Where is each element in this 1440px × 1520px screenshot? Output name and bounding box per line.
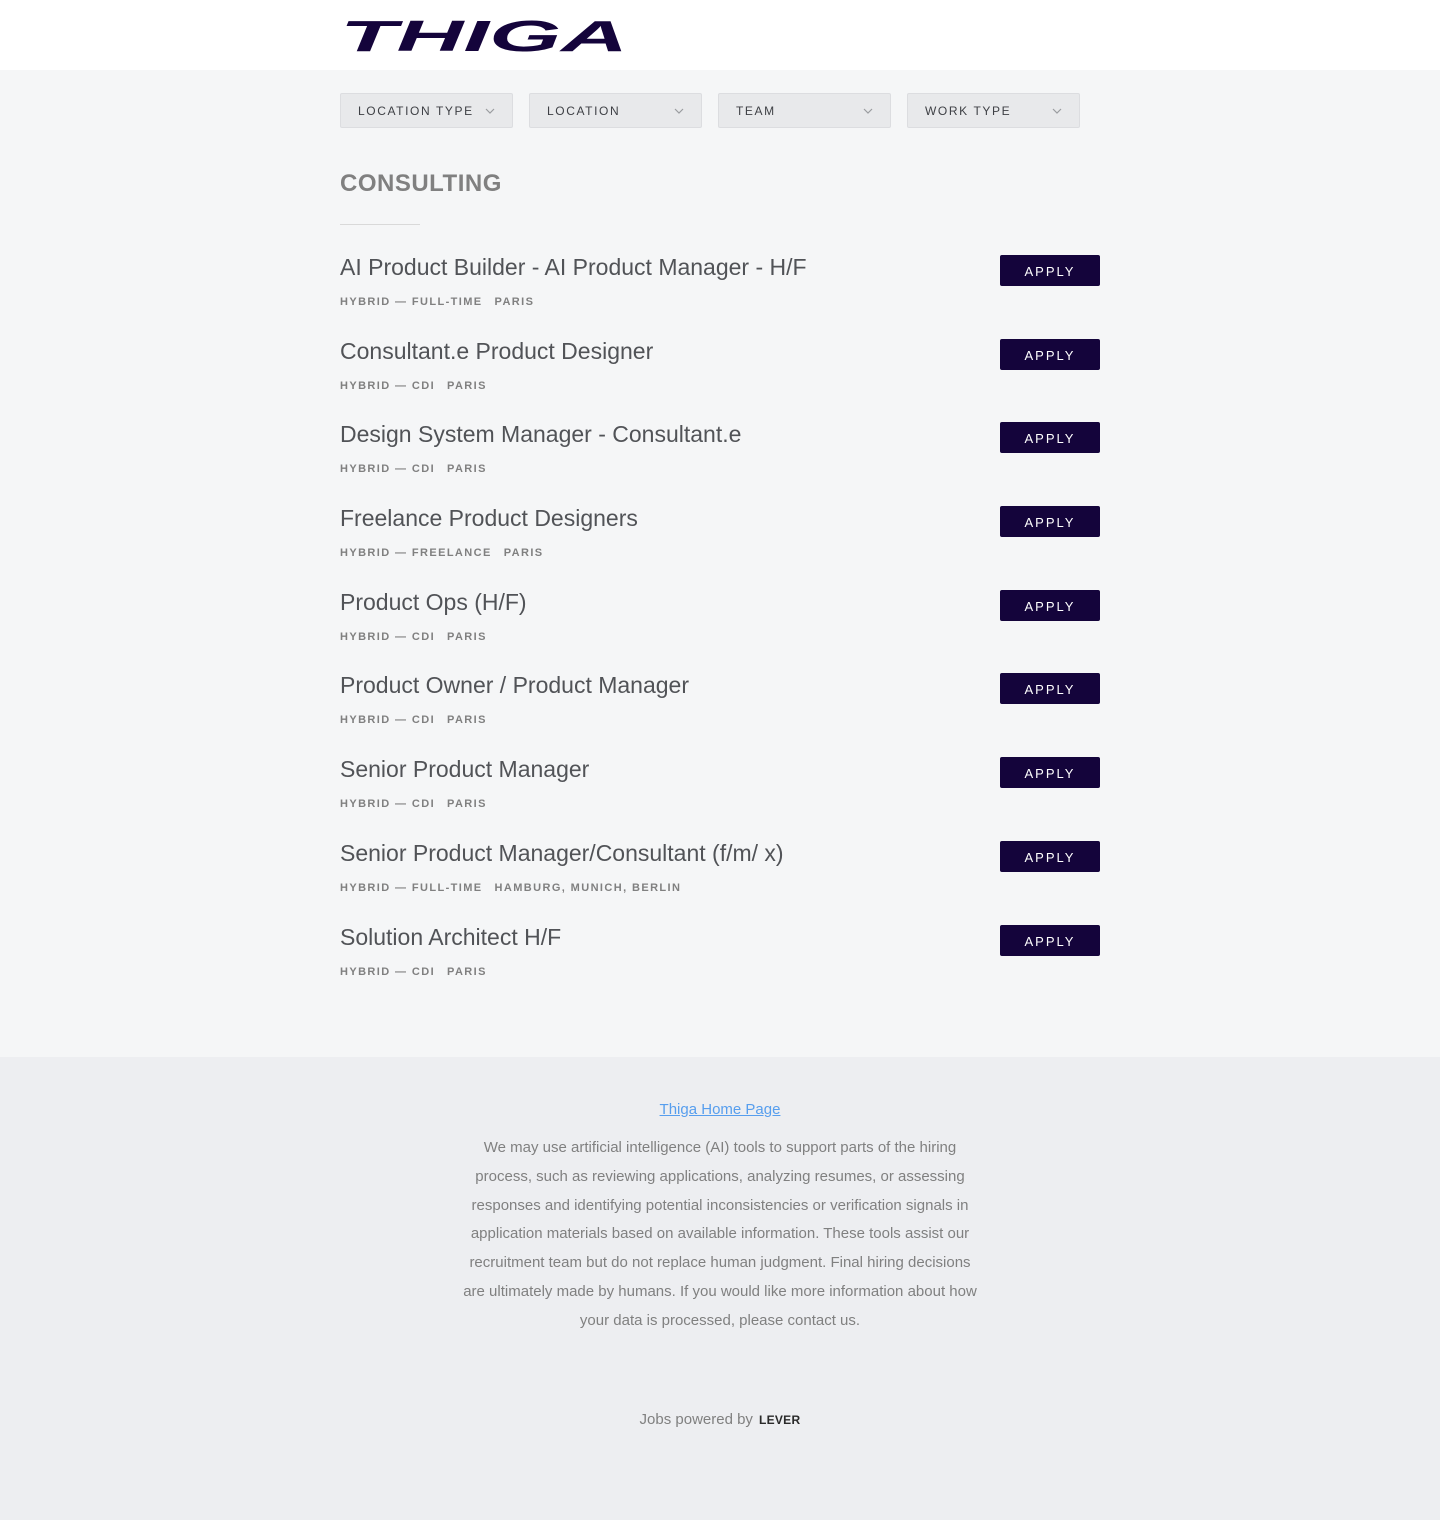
apply-button[interactable]: APPLY	[1000, 422, 1100, 454]
apply-button[interactable]: APPLY	[1000, 673, 1100, 705]
filter-work-type[interactable]: WORK TYPE	[907, 93, 1080, 128]
thiga-logo[interactable]: THIGA	[340, 16, 630, 56]
posting-item: Senior Product Manager/Consultant (f/m/ …	[340, 826, 1100, 910]
posting-title-link[interactable]: AI Product Builder - AI Product Manager …	[340, 254, 807, 281]
apply-button[interactable]: APPLY	[1000, 757, 1100, 789]
posting-title-link[interactable]: Design System Manager - Consultant.e	[340, 421, 741, 448]
home-page-link[interactable]: Thiga Home Page	[660, 1101, 781, 1118]
posting-meta: HYBRID — CDI PARIS	[340, 463, 487, 475]
posting-meta: HYBRID — CDI PARIS	[340, 631, 487, 643]
posting-location: HAMBURG, MUNICH, BERLIN	[494, 881, 682, 894]
page-header: THIGA	[0, 0, 1440, 70]
ai-disclaimer: We may use artificial intelligence (AI) …	[463, 1139, 977, 1329]
posting-location: PARIS	[447, 798, 487, 811]
posting-title-link[interactable]: Solution Architect H/F	[340, 924, 561, 951]
filter-location-type[interactable]: LOCATION TYPE	[340, 93, 513, 128]
posting-item: Senior Product Manager HYBRID — CDI PARIS…	[340, 742, 1100, 826]
filter-label: LOCATION	[547, 104, 621, 118]
postings-list: AI Product Builder - AI Product Manager …	[340, 240, 1100, 993]
posting-location: PARIS	[494, 296, 535, 308]
posting-item: AI Product Builder - AI Product Manager …	[340, 240, 1100, 324]
apply-button[interactable]: APPLY	[1000, 255, 1100, 286]
posting-item: Product Ops (H/F) HYBRID — CDI PARIS APPL…	[340, 575, 1100, 659]
posting-commitment: HYBRID — FULL-TIME	[340, 296, 483, 308]
posting-location: PARIS	[447, 714, 487, 727]
chevron-down-icon	[1052, 108, 1062, 114]
chevron-down-icon	[485, 108, 495, 114]
posting-commitment: HYBRID — CDI	[340, 714, 436, 727]
posting-title-link[interactable]: Senior Product Manager/Consultant (f/m/ …	[340, 840, 784, 867]
filter-team[interactable]: TEAM	[718, 93, 891, 128]
posting-meta: HYBRID — FREELANCE PARIS	[340, 547, 544, 559]
powered-by: Jobs powered by LEVER	[0, 1411, 1440, 1428]
filter-location[interactable]: LOCATION	[529, 93, 702, 128]
posting-location: PARIS	[447, 965, 487, 978]
category-divider	[340, 224, 420, 225]
posting-location: PARIS	[447, 379, 487, 392]
filter-bar: LOCATION TYPE LOCATION TEAM WORK TYPE	[340, 93, 1100, 128]
posting-item: Solution Architect H/F HYBRID — CDI PARIS…	[340, 910, 1100, 994]
posting-item: Design System Manager - Consultant.e HYB…	[340, 407, 1100, 491]
lever-logo[interactable]: LEVER	[759, 1413, 801, 1427]
posting-title-link[interactable]: Senior Product Manager	[340, 756, 589, 783]
posting-location: PARIS	[503, 547, 544, 560]
posting-title-link[interactable]: Product Ops (H/F)	[340, 589, 527, 616]
posting-item: Freelance Product Designers HYBRID — FRE…	[340, 491, 1100, 575]
logo-wordmark: THIGA	[340, 16, 628, 56]
posting-meta: HYBRID — CDI PARIS	[340, 798, 487, 810]
posting-meta: HYBRID — FULL-TIME PARIS	[340, 296, 534, 308]
apply-button[interactable]: APPLY	[1000, 338, 1100, 370]
posting-commitment: HYBRID — CDI	[340, 798, 436, 811]
posting-title-link[interactable]: Freelance Product Designers	[340, 505, 638, 532]
posting-title-link[interactable]: Consultant.e Product Designer	[340, 338, 653, 365]
filter-label: LOCATION TYPE	[358, 104, 474, 118]
home-link-wrapper: Thiga Home Page	[0, 1101, 1440, 1118]
filter-label: TEAM	[736, 104, 776, 118]
posting-location: PARIS	[447, 630, 487, 643]
posting-meta: HYBRID — CDI PARIS	[340, 714, 487, 726]
apply-button[interactable]: APPLY	[1000, 840, 1100, 872]
apply-button[interactable]: APPLY	[1000, 924, 1100, 956]
chevron-down-icon	[674, 108, 684, 114]
posting-meta: HYBRID — FULL-TIME HAMBURG, MUNICH, BERLI…	[340, 882, 681, 894]
posting-location: PARIS	[447, 463, 487, 476]
posting-commitment: HYBRID — FREELANCE	[340, 547, 492, 560]
posting-item: Consultant.e Product Designer HYBRID — C…	[340, 324, 1100, 408]
posting-meta: HYBRID — CDI PARIS	[340, 380, 487, 392]
postings-main: LOCATION TYPE LOCATION TEAM WORK TYPE CO…	[0, 70, 1440, 1057]
page-footer: Thiga Home Page We may use artificial in…	[0, 1057, 1440, 1520]
chevron-down-icon	[863, 108, 873, 114]
powered-by-text: Jobs powered by	[639, 1411, 753, 1428]
category-title: CONSULTING	[340, 170, 502, 197]
posting-commitment: HYBRID — CDI	[340, 965, 436, 978]
posting-commitment: HYBRID — CDI	[340, 379, 436, 392]
apply-button[interactable]: APPLY	[1000, 589, 1100, 621]
posting-commitment: HYBRID — CDI	[340, 463, 436, 476]
posting-item: Product Owner / Product Manager HYBRID —…	[340, 658, 1100, 742]
filter-label: WORK TYPE	[925, 104, 1012, 118]
posting-commitment: HYBRID — CDI	[340, 630, 436, 643]
posting-title-link[interactable]: Product Owner / Product Manager	[340, 672, 689, 699]
posting-commitment: HYBRID — FULL-TIME	[340, 881, 483, 894]
posting-meta: HYBRID — CDI PARIS	[340, 966, 487, 978]
apply-button[interactable]: APPLY	[1000, 506, 1100, 538]
